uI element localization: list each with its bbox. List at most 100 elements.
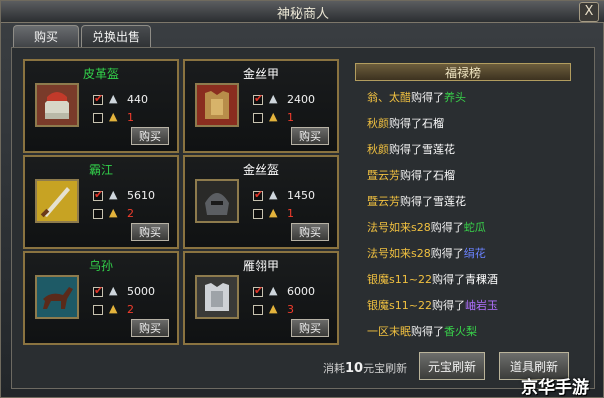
- item-card: 金丝甲 ▲ 2400 ▲ 1 购买: [183, 59, 339, 153]
- helmet-icon[interactable]: [35, 83, 79, 127]
- buy-button[interactable]: 购买: [291, 127, 329, 145]
- silver-price: 5000: [127, 285, 155, 298]
- yuanbao-refresh-button[interactable]: 元宝刷新: [419, 352, 485, 380]
- gold-icon: ▲: [109, 110, 118, 123]
- gold-icon: ▲: [109, 206, 118, 219]
- title-bar: 神秘商人 X: [1, 1, 604, 23]
- gold-checkbox[interactable]: [253, 209, 263, 219]
- gold-price: 3: [287, 303, 294, 316]
- item-link[interactable]: 石榴: [433, 169, 455, 182]
- silver-checkbox[interactable]: [93, 284, 103, 297]
- verb-text: 购得了: [431, 299, 465, 312]
- merchant-window: 神秘商人 X 购买 兑换出售 皮革盔 ▲ 440 ▲ 1 购买 金丝甲 ▲ 24…: [0, 0, 604, 398]
- gold-checkbox[interactable]: [93, 113, 103, 123]
- gold-icon: ▲: [269, 302, 278, 315]
- item-card: 雁翎甲 ▲ 6000 ▲ 3 购买: [183, 251, 339, 345]
- item-link[interactable]: 养头: [444, 91, 466, 104]
- buyer-name: 法号如来s28: [367, 247, 431, 260]
- item-link[interactable]: 雪莲花: [422, 143, 455, 156]
- fulu-panel: 福禄榜 翁、太醋购得了养头 秋颜购得了石榴 秋颜购得了雪莲花 暨云芳购得了石榴 暨云芳购…: [349, 57, 577, 347]
- tab-exchange-sell[interactable]: 兑换出售: [81, 25, 151, 48]
- window-title: 神秘商人: [276, 7, 329, 22]
- item-card: 皮革盔 ▲ 440 ▲ 1 购买: [23, 59, 179, 153]
- buy-button[interactable]: 购买: [131, 319, 169, 337]
- silver-price: 5610: [127, 189, 155, 202]
- gold-price: 1: [127, 111, 134, 124]
- item-link[interactable]: 雪莲花: [433, 195, 466, 208]
- silver-checkbox[interactable]: [253, 188, 263, 201]
- buyer-name: 暨云芳: [367, 195, 400, 208]
- silver-icon: ▲: [109, 284, 118, 297]
- fulu-title: 福禄榜: [355, 63, 571, 81]
- sword-icon[interactable]: [35, 179, 79, 223]
- close-button[interactable]: X: [579, 2, 599, 22]
- verb-text: 购得了: [411, 325, 444, 338]
- buyer-name: 法号如来s28: [367, 221, 431, 234]
- buy-button[interactable]: 购买: [131, 223, 169, 241]
- buy-button[interactable]: 购买: [291, 319, 329, 337]
- armor-icon[interactable]: [195, 275, 239, 319]
- buyer-name: 银魔s11~22: [367, 273, 432, 286]
- verb-text: 购得了: [400, 195, 433, 208]
- verb-text: 购得了: [411, 91, 444, 104]
- item-link[interactable]: 岫岩玉: [465, 299, 498, 312]
- silver-icon: ▲: [269, 188, 278, 201]
- item-card: 乌孙 ▲ 5000 ▲ 2 购买: [23, 251, 179, 345]
- horse-icon[interactable]: [35, 275, 79, 319]
- item-link[interactable]: 蛇瓜: [464, 221, 486, 234]
- item-name: 金丝盔: [242, 163, 279, 177]
- gold-checkbox[interactable]: [253, 113, 263, 123]
- fulu-entry: 秋颜购得了雪莲花: [367, 141, 455, 157]
- buy-button[interactable]: 购买: [291, 223, 329, 241]
- buyer-name: 银魔s11~22: [367, 299, 432, 312]
- fulu-entry: 一区末眠购得了香火梨: [367, 323, 477, 339]
- tab-buy[interactable]: 购买: [13, 25, 79, 48]
- silver-checkbox[interactable]: [93, 188, 103, 201]
- watermark: 京华手游: [521, 378, 589, 398]
- gold-price: 1: [287, 111, 294, 124]
- item-card: 金丝盔 ▲ 1450 ▲ 1 购买: [183, 155, 339, 249]
- verb-text: 购得了: [431, 273, 465, 286]
- silver-checkbox[interactable]: [93, 92, 103, 105]
- verb-text: 购得了: [430, 221, 464, 234]
- buyer-name: 秋颜: [367, 143, 389, 156]
- silver-icon: ▲: [109, 188, 118, 201]
- silver-icon: ▲: [269, 92, 278, 105]
- gold-checkbox[interactable]: [93, 209, 103, 219]
- fulu-entry: 翁、太醋购得了养头: [367, 89, 466, 105]
- cost-suffix: 元宝刷新: [363, 362, 408, 375]
- silver-price: 440: [127, 93, 148, 106]
- item-link[interactable]: 石榴: [422, 117, 444, 130]
- cost-prefix: 消耗: [323, 362, 345, 375]
- gold-price: 2: [127, 303, 134, 316]
- item-link[interactable]: 香火梨: [444, 325, 477, 338]
- gold-checkbox[interactable]: [93, 305, 103, 315]
- cost-amount: 10: [345, 361, 364, 376]
- refresh-cost-label: 消耗10元宝刷新: [323, 360, 407, 376]
- gold-icon: ▲: [109, 302, 118, 315]
- silver-price: 1450: [287, 189, 315, 202]
- armor-icon[interactable]: [195, 83, 239, 127]
- gold-icon: ▲: [269, 206, 278, 219]
- item-link[interactable]: 青稞酒: [465, 273, 498, 286]
- helmet-icon[interactable]: [195, 179, 239, 223]
- silver-price: 2400: [287, 93, 315, 106]
- fulu-entry: 法号如来s28购得了蛇瓜: [367, 219, 486, 235]
- fulu-entry: 暨云芳购得了石榴: [367, 167, 455, 183]
- item-name: 乌孙: [88, 259, 113, 273]
- buyer-name: 暨云芳: [367, 169, 400, 182]
- silver-checkbox[interactable]: [253, 92, 263, 105]
- fulu-entry: 银魔s11~22购得了岫岩玉: [367, 297, 498, 313]
- fulu-entry: 暨云芳购得了雪莲花: [367, 193, 466, 209]
- gold-price: 1: [287, 207, 294, 220]
- silver-icon: ▲: [269, 284, 278, 297]
- item-name: 金丝甲: [242, 67, 279, 81]
- gold-checkbox[interactable]: [253, 305, 263, 315]
- buyer-name: 一区末眠: [367, 325, 411, 338]
- item-link[interactable]: 绢花: [464, 247, 486, 260]
- silver-checkbox[interactable]: [253, 284, 263, 297]
- item-name: 霸江: [88, 163, 113, 177]
- silver-price: 6000: [287, 285, 315, 298]
- fulu-entry: 法号如来s28购得了绢花: [367, 245, 486, 261]
- buy-button[interactable]: 购买: [131, 127, 169, 145]
